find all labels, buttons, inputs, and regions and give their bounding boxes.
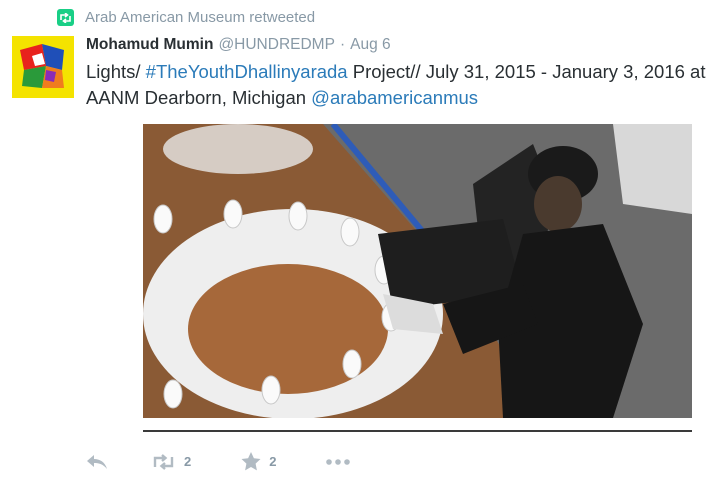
hashtag-link[interactable]: #TheYouthDhallinyarada [146, 61, 348, 82]
retweet-icon [57, 9, 74, 26]
tweet-timestamp[interactable]: Aug 6 [350, 36, 391, 54]
retweet-button[interactable]: 2 [151, 453, 192, 470]
reply-icon [86, 454, 108, 470]
more-dots-icon [326, 458, 351, 465]
retweet-icon [151, 453, 176, 470]
retweet-context: Arab American Museum retweeted [57, 9, 315, 26]
tweet-text-part1: Lights/ [86, 61, 146, 82]
favorite-button[interactable]: 2 [241, 452, 276, 471]
reply-button[interactable] [86, 454, 108, 470]
tweet-text: Lights/ #TheYouthDhallinyarada Project//… [86, 59, 706, 111]
tweet-actions: 2 2 [86, 452, 351, 471]
tweet-header: Mohamud Mumin @HUNDREDMP · Aug 6 [86, 36, 391, 54]
star-icon [241, 452, 261, 471]
media-divider [143, 430, 692, 432]
author-handle[interactable]: @HUNDREDMP [218, 36, 335, 54]
retweet-context-label[interactable]: Arab American Museum retweeted [85, 9, 315, 26]
author-name[interactable]: Mohamud Mumin [86, 36, 213, 54]
favorite-count: 2 [269, 454, 277, 469]
avatar[interactable] [12, 36, 74, 98]
retweet-count: 2 [184, 454, 192, 469]
tweet-photo[interactable] [143, 124, 692, 418]
header-separator: · [339, 36, 346, 53]
more-button[interactable] [326, 458, 351, 465]
mention-link[interactable]: @arabamericanmus [311, 87, 478, 108]
